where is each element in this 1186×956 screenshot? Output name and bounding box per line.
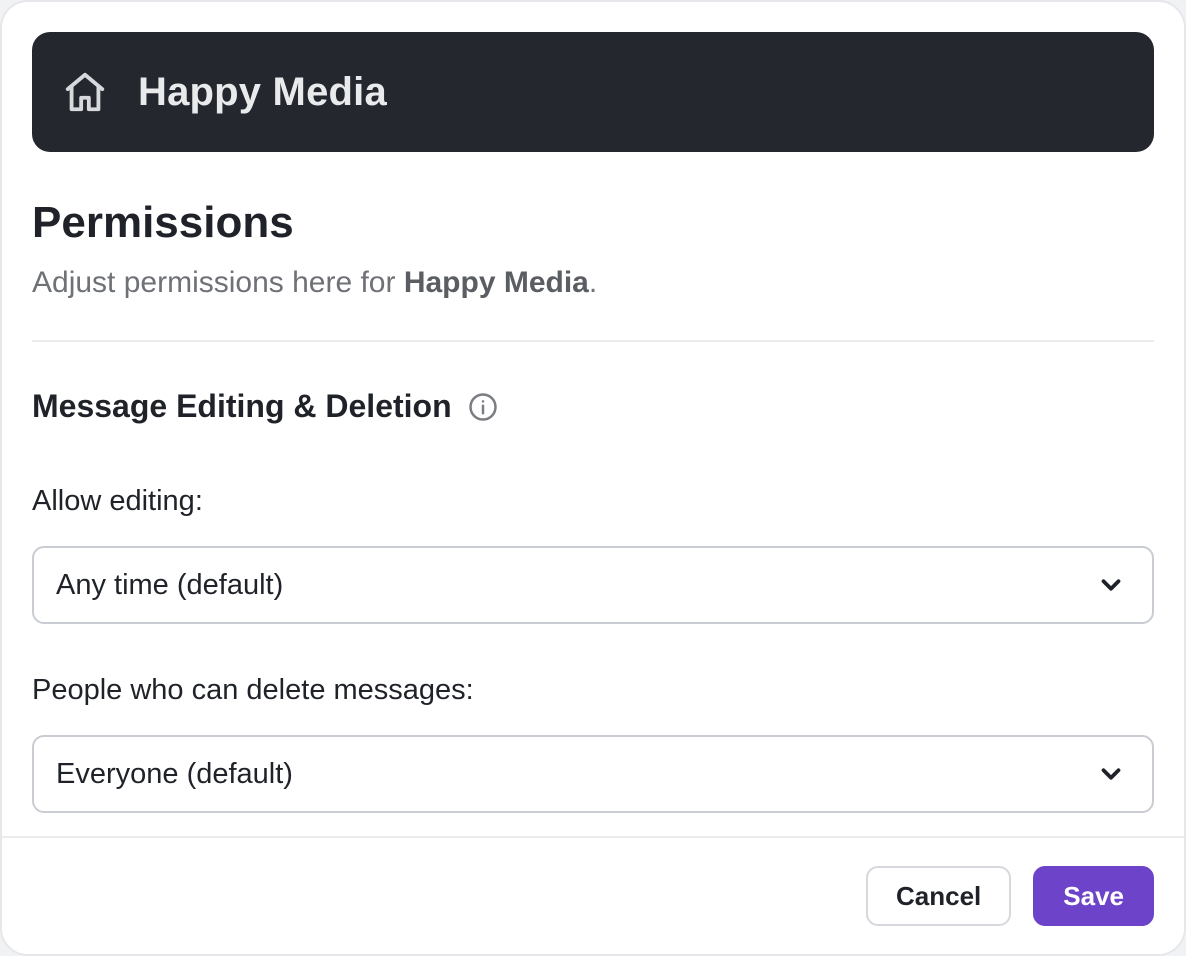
- page-title: Permissions: [32, 198, 1154, 248]
- subtitle-prefix: Adjust permissions here for: [32, 266, 404, 299]
- delete-people-label: People who can delete messages:: [32, 674, 1154, 707]
- allow-editing-label: Allow editing:: [32, 485, 1154, 518]
- allow-editing-value: Any time (default): [56, 569, 283, 602]
- card-content: Happy Media Permissions Adjust permissio…: [2, 2, 1184, 836]
- permissions-card: Happy Media Permissions Adjust permissio…: [0, 0, 1186, 956]
- allow-editing-select[interactable]: Any time (default): [32, 546, 1154, 624]
- info-icon[interactable]: [468, 392, 498, 422]
- workspace-title: Happy Media: [138, 70, 387, 115]
- chevron-down-icon: [1096, 759, 1126, 789]
- delete-people-value: Everyone (default): [56, 758, 293, 791]
- section-heading-text: Message Editing & Deletion: [32, 388, 452, 425]
- home-icon: [62, 69, 108, 115]
- footer-actions: Cancel Save: [2, 836, 1184, 954]
- workspace-header: Happy Media: [32, 32, 1154, 152]
- subtitle-subject: Happy Media: [404, 266, 589, 299]
- section-divider: [32, 340, 1154, 342]
- delete-people-select[interactable]: Everyone (default): [32, 735, 1154, 813]
- section-heading: Message Editing & Deletion: [32, 388, 1154, 425]
- cancel-button[interactable]: Cancel: [866, 866, 1011, 926]
- subtitle-suffix: .: [589, 266, 597, 299]
- save-button[interactable]: Save: [1033, 866, 1154, 926]
- chevron-down-icon: [1096, 570, 1126, 600]
- page-subtitle: Adjust permissions here for Happy Media.: [32, 266, 1154, 300]
